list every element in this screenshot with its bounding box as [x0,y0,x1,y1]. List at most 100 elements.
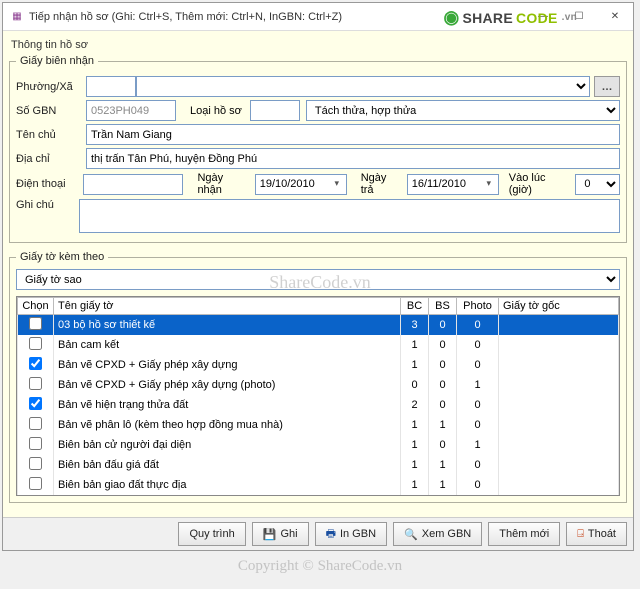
col-ten[interactable]: Tên giấy tờ [54,298,401,315]
cell-ten: Biên bản giao đất thực địa [54,475,401,495]
table-row[interactable]: Bản vẽ CPXD + Giấy phép xây dựng100 [18,355,619,375]
col-goc[interactable]: Giấy tờ gốc [499,298,619,315]
cell-photo: 0 [457,315,499,336]
papers-type-select[interactable]: Giấy tờ sao [16,269,620,290]
loai-hs-code-input[interactable] [250,100,300,121]
xemgbn-button[interactable]: 🔍Xem GBN [393,522,482,546]
cell-bc: 0 [401,375,429,395]
table-row[interactable]: Biên bản giao đất thực địa110 [18,475,619,495]
cell-ten: Bản vẽ phân lô (kèm theo hợp đồng mua nh… [54,415,401,435]
col-bc[interactable]: BC [401,298,429,315]
group-receipt: Giấy biên nhận Phường/Xã … Số GBN Loại h… [9,55,627,243]
ghi-button[interactable]: 💾Ghi [252,522,309,546]
row-checkbox[interactable] [29,377,42,390]
ngay-tra-input[interactable] [407,174,499,195]
ngay-nhan-input[interactable] [255,174,347,195]
papers-table-wrap: Chọn Tên giấy tờ BC BS Photo Giấy tờ gốc… [16,296,620,496]
label-ngay-nhan: Ngày nhận [197,172,248,196]
watermark-copyright: Copyright © ShareCode.vn [0,558,640,575]
table-row[interactable]: Biên bản cử người đại diện101 [18,435,619,455]
row-checkbox[interactable] [29,397,42,410]
cell-photo: 0 [457,475,499,495]
row-checkbox[interactable] [29,317,42,330]
cell-ten: Bản vẽ hiện trạng thửa đất [54,395,401,415]
dien-thoai-input[interactable] [83,174,183,195]
cell-photo: 1 [457,435,499,455]
close-button[interactable]: ✕ [597,6,633,28]
gio-select[interactable]: 0 [575,174,620,195]
loai-hs-select[interactable]: Tách thửa, hợp thửa [306,100,620,121]
row-checkbox[interactable] [29,357,42,370]
row-checkbox[interactable] [29,337,42,350]
cell-bc: 1 [401,435,429,455]
cell-goc [499,315,619,336]
row-checkbox[interactable] [29,437,42,450]
cell-ten: 03 bộ hồ sơ thiết kế [54,315,401,336]
phuong-xa-code-input[interactable] [86,76,136,97]
save-icon: 💾 [263,528,277,541]
table-row[interactable]: Biên bản đấu giá đất110 [18,455,619,475]
cell-photo: 1 [457,375,499,395]
preview-icon: 🔍 [404,528,418,541]
cell-bc: 2 [401,395,429,415]
group-receipt-title: Giấy biên nhận [16,55,98,67]
table-row[interactable]: Bản vẽ phân lô (kèm theo hợp đồng mua nh… [18,415,619,435]
row-checkbox[interactable] [29,417,42,430]
col-bs[interactable]: BS [429,298,457,315]
table-row[interactable]: Bản vẽ CPXD + Giấy phép xây dựng (photo)… [18,375,619,395]
table-row[interactable]: Bản vẽ hiện trạng thửa đất200 [18,395,619,415]
cell-bc: 3 [401,315,429,336]
bottom-toolbar: Quy trình 💾Ghi 🖶In GBN 🔍Xem GBN Thêm mới… [3,517,633,550]
cell-bs: 0 [429,395,457,415]
col-chon[interactable]: Chọn [18,298,54,315]
phuong-xa-select[interactable] [136,76,590,97]
cell-ten: Biên bản đấu giá đất [54,455,401,475]
cell-goc [499,375,619,395]
col-photo[interactable]: Photo [457,298,499,315]
label-so-gbn: Số GBN [16,105,86,117]
ingbn-button[interactable]: 🖶In GBN [315,522,387,546]
so-gbn-input [86,100,176,121]
dia-chi-input[interactable] [86,148,620,169]
label-loai-hs: Loại hồ sơ [190,105,242,117]
app-window: ▦ Tiếp nhận hồ sơ (Ghi: Ctrl+S, Thêm mới… [2,2,634,551]
cell-bs: 0 [429,355,457,375]
table-row[interactable]: 03 bộ hồ sơ thiết kế300 [18,315,619,336]
ten-chu-input[interactable] [86,124,620,145]
cell-photo: 0 [457,395,499,415]
cell-goc [499,475,619,495]
label-vao-luc: Vào lúc (giờ) [509,172,570,196]
cell-bc: 1 [401,415,429,435]
group-papers-title: Giấy tờ kèm theo [16,251,108,263]
cell-bc: 1 [401,355,429,375]
app-icon: ▦ [9,9,25,25]
cell-bc: 1 [401,335,429,355]
cell-bs: 0 [429,435,457,455]
group-papers: Giấy tờ kèm theo Giấy tờ sao Chọn Tên gi… [9,251,627,503]
cell-bs: 1 [429,475,457,495]
cell-ten: Bản vẽ CPXD + Giấy phép xây dựng (photo) [54,375,401,395]
cell-goc [499,415,619,435]
quytrinh-button[interactable]: Quy trình [178,522,245,546]
print-icon: 🖶 [326,525,336,544]
table-row[interactable]: Bản cam kết100 [18,335,619,355]
row-checkbox[interactable] [29,457,42,470]
cell-bs: 1 [429,415,457,435]
cell-bc: 1 [401,475,429,495]
thoat-button[interactable]: ⍈Thoát [566,522,627,546]
row-checkbox[interactable] [29,477,42,490]
phuong-xa-browse-button[interactable]: … [594,76,620,97]
cell-goc [499,435,619,455]
cell-bs: 0 [429,315,457,336]
cell-ten: Bản cam kết [54,335,401,355]
ghi-chu-textarea[interactable] [79,199,620,233]
cell-photo: 0 [457,335,499,355]
themmoi-button[interactable]: Thêm mới [488,522,560,546]
cell-goc [499,395,619,415]
papers-scroll[interactable]: Chọn Tên giấy tờ BC BS Photo Giấy tờ gốc… [17,297,619,495]
cell-bc: 1 [401,455,429,475]
label-dien-thoai: Điện thoại [16,178,83,190]
papers-table: Chọn Tên giấy tờ BC BS Photo Giấy tờ gốc… [17,297,619,495]
label-ghi-chu: Ghi chú [16,199,79,211]
cell-photo: 0 [457,455,499,475]
